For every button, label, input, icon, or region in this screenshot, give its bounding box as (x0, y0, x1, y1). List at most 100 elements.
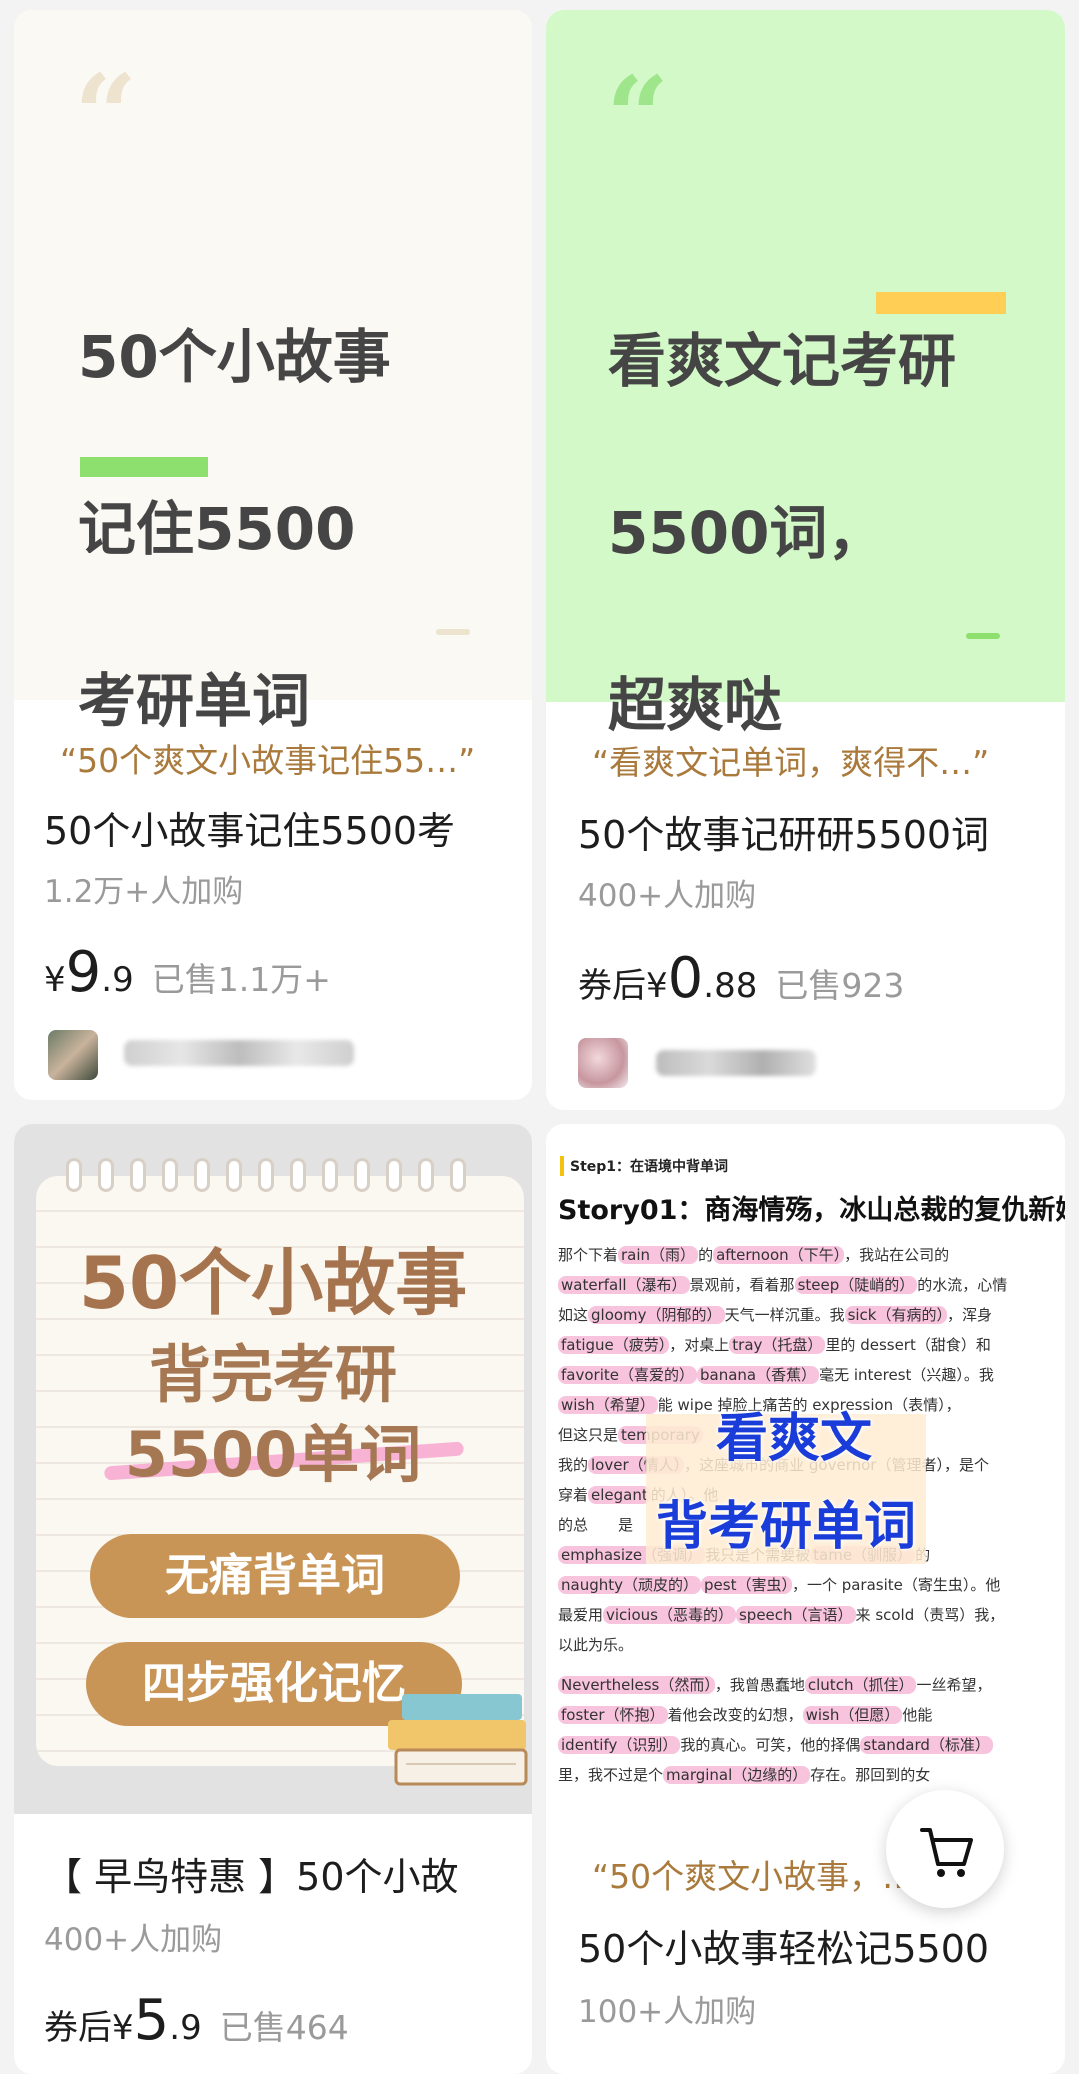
story-text: 毫无 interest（兴趣）。我 (819, 1366, 994, 1384)
story-line: 的总 是 (558, 1514, 633, 1535)
story-text: 天气一样沉重。我 (724, 1306, 845, 1324)
decor-dash (436, 629, 470, 635)
sold-count: 已售464 (219, 2008, 349, 2047)
quote-mark-icon: “ (74, 50, 138, 179)
price-decimal: .88 (703, 966, 758, 1006)
price-symbol: ¥ (44, 960, 66, 1000)
price-integer: 9 (65, 940, 102, 1005)
vocab-word: elegant (588, 1486, 651, 1504)
story-text: ，我站在公司的 (844, 1246, 950, 1264)
books-icon (388, 1694, 528, 1786)
product-card-2[interactable]: “ 看爽文记考研 5500词， 超爽哒 “看爽文记单词，爽得不…” 50个故事记… (546, 10, 1065, 1110)
story-text: ，一个 parasite（寄生虫）。他 (791, 1576, 1001, 1594)
vocab-word: favorite（喜爱的） (558, 1366, 697, 1384)
overlay-title: 看爽文 (716, 1409, 873, 1469)
price-decimal: .9 (169, 2008, 202, 2048)
buyers-count: 400+人加购 (44, 1922, 223, 1958)
avatar[interactable] (48, 1030, 98, 1080)
vocab-word: fatigue（疲劳） (558, 1336, 670, 1354)
vocab-word: speech（言语） (735, 1606, 856, 1624)
story-line: 如这 gloomy（阴郁的） 天气一样沉重。我 sick（有病的） ，浑身 (558, 1304, 992, 1325)
story-text: 总 是 (573, 1516, 634, 1534)
story-line: waterfall（瀑布） 景观前，看着那 steep（陡峭的） 的水流，心情 (558, 1274, 1007, 1295)
vocab-word: Nevertheless（然而） (558, 1676, 715, 1694)
story-text: 存在。那 (810, 1766, 871, 1784)
product-cover-2[interactable]: “ 看爽文记考研 5500词， 超爽哒 (546, 10, 1065, 739)
story-text: 最爱用 (558, 1606, 604, 1624)
story-text: 的水流，心情 (917, 1276, 1008, 1294)
story-text: 那个下着 (558, 1246, 619, 1264)
binder-ring (354, 1158, 370, 1192)
product-cover-4[interactable]: Step1：在语境中背单词 Story01：商海情殇，冰山总裁的复仇新娘 那个下… (546, 1124, 1065, 1814)
story-line: identify（识别） 我的真心。可笑，他的择偶 standard（标准） (558, 1734, 993, 1755)
binder-ring (290, 1158, 306, 1192)
product-cover-3[interactable]: 50个小故事 背完考研 5500单词 无痛背单词 四步强化记忆 (14, 1124, 532, 1814)
price-prefix: 券后 (578, 966, 646, 1006)
price-row: ¥9.9 已售1.1万+ (44, 940, 331, 1005)
price-symbol: ¥ (112, 2008, 134, 2048)
vocab-word: wish（希望） (558, 1396, 658, 1414)
story-text: 但这只是 (558, 1426, 619, 1444)
product-title[interactable]: 50个小故事轻松记5500 (578, 1918, 989, 1973)
story-text: ，浑身 (947, 1306, 993, 1324)
story-line: Nevertheless（然而） ，我曾愚蠢地 clutch（抓住） 一丝希望， (558, 1674, 991, 1695)
product-cover-1[interactable]: “ 50个小故事 记住5500 考研单词 (14, 10, 532, 735)
product-card-1[interactable]: “ 50个小故事 记住5500 考研单词 “50个爽文小故事记住55…” 50个… (14, 10, 532, 1100)
binder-ring (386, 1158, 402, 1192)
story-text: 景观前，看着那 (689, 1276, 795, 1294)
avatar[interactable] (578, 1038, 628, 1088)
price-integer: 5 (133, 1988, 170, 2053)
binder-ring (258, 1158, 274, 1192)
product-title[interactable]: 【 早鸟特惠 】50个小故 (44, 1846, 459, 1901)
vocab-word: foster（怀抱） (558, 1706, 668, 1724)
vocab-word: banana（香蕉） (696, 1366, 820, 1384)
story-line: favorite（喜爱的） banana（香蕉） 毫无 interest（兴趣）。我 (558, 1364, 994, 1385)
binder-ring (98, 1158, 114, 1192)
story-text: 的 (698, 1246, 714, 1264)
price-symbol: ¥ (646, 966, 668, 1006)
story-title: Story01：商海情殇，冰山总裁的复仇新娘 (558, 1195, 1065, 1226)
vocab-word: standard（标准） (860, 1736, 993, 1754)
product-title[interactable]: 50个故事记研研5500词 (578, 804, 989, 859)
sold-count: 已售923 (775, 966, 905, 1005)
product-card-3[interactable]: 50个小故事 背完考研 5500单词 无痛背单词 四步强化记忆 【 早鸟特惠 】… (14, 1124, 532, 2074)
story-text: 以此为乐。 (558, 1636, 634, 1654)
binder-ring (226, 1158, 242, 1192)
product-title[interactable]: 50个小故事记住5500考 (44, 800, 455, 855)
vocab-word: wish（但愿） (802, 1706, 903, 1724)
product-card-4[interactable]: Step1：在语境中背单词 Story01：商海情殇，冰山总裁的复仇新娘 那个下… (546, 1124, 1065, 2074)
buyers-count: 1.2万+人加购 (44, 874, 244, 910)
shop-name-blurred (656, 1050, 816, 1076)
decor-dash (966, 633, 1000, 639)
product-quote: “50个爽文小故事记住55…” (60, 741, 476, 780)
binder-ring (66, 1158, 82, 1192)
price-row: 券后¥0.88 已售923 (578, 946, 904, 1011)
price-prefix: 券后 (44, 2008, 112, 2048)
vocab-word: clutch（抓住） (804, 1676, 917, 1694)
feature-pill: 无痛背单词 (90, 1534, 460, 1618)
product-quote: “50个爽文小故事，…” (592, 1857, 933, 1896)
buyers-count: 400+人加购 (578, 878, 757, 914)
vocab-word: tray（托盘） (729, 1336, 826, 1354)
vocab-word: marginal（边缘的） (663, 1766, 811, 1784)
sold-count: 已售1.1万+ (151, 960, 331, 999)
story-line: 最爱用 vicious（恶毒的） speech（言语）来 scold（责骂）我， (558, 1604, 1004, 1625)
cover-title: 50个小故事 (78, 1241, 468, 1325)
story-line: naughty（顽皮的） pest（害虫） ，一个 parasite（寄生虫）。他 (558, 1574, 1000, 1595)
price-row: 券后¥5.9 已售464 (44, 1988, 349, 2053)
overlay-title: 背考研单词 (656, 1497, 917, 1557)
vocab-word: pest（害虫） (701, 1576, 792, 1594)
story-text: 来 scold（责骂）我， (855, 1606, 1005, 1624)
story-text: ，我曾愚蠢地 (714, 1676, 805, 1694)
story-text: 如这 (558, 1306, 589, 1324)
vocab-word: sick（有病的） (844, 1306, 947, 1324)
binder-ring (450, 1158, 466, 1192)
story-line: 里，我不过是个 marginal（边缘的） 存在。那回到的女 (558, 1764, 930, 1785)
story-line: 以此为乐。 (558, 1634, 633, 1655)
price-integer: 0 (667, 946, 704, 1011)
story-text: 我的 (558, 1456, 589, 1474)
story-line: fatigue（疲劳） ，对桌上 tray（托盘） 里的 dessert（甜食）和 (558, 1334, 991, 1355)
vocab-word: naughty（顽皮的） (558, 1576, 701, 1594)
story-text: 着他会改变的幻想， (667, 1706, 803, 1724)
cart-button[interactable] (886, 1790, 1004, 1908)
